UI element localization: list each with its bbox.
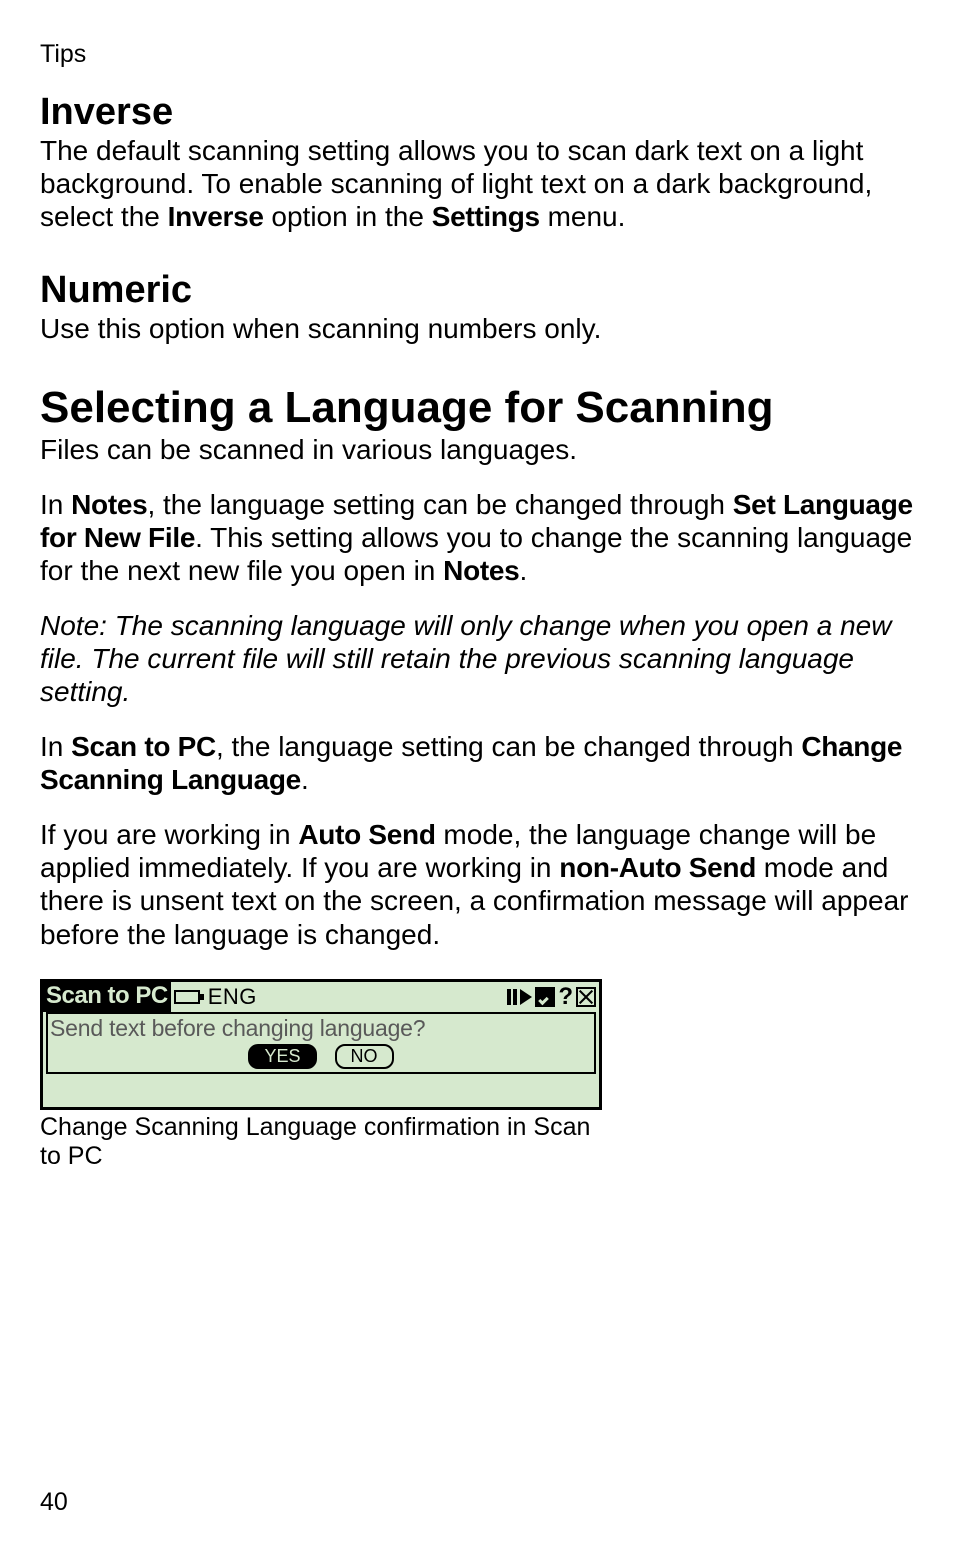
question-icon: ? xyxy=(558,987,573,1007)
battery-icon xyxy=(174,990,200,1004)
text: In xyxy=(40,731,71,762)
lcd-language-indicator: ENG xyxy=(208,984,257,1010)
arrow-right-icon xyxy=(520,989,532,1005)
text: If you are working in xyxy=(40,819,298,850)
heading-select-language: Selecting a Language for Scanning xyxy=(40,383,914,433)
text: . xyxy=(519,555,527,586)
page-number: 40 xyxy=(40,1488,68,1517)
heading-inverse: Inverse xyxy=(40,91,914,134)
lcd-status-icons: ? xyxy=(507,987,597,1007)
selectlang-p4: If you are working in Auto Send mode, th… xyxy=(40,818,914,950)
bold-auto-send: Auto Send xyxy=(298,819,435,850)
bold-non-auto-send: non-Auto Send xyxy=(559,852,756,883)
text: option in the xyxy=(264,201,432,232)
bold-settings: Settings xyxy=(432,201,540,232)
lcd-screen: Scan to PC ENG ? Send text before changi… xyxy=(40,979,602,1110)
text: , the language setting can be changed th… xyxy=(216,731,801,762)
text: , the language setting can be changed th… xyxy=(147,489,732,520)
checkbox-icon xyxy=(535,987,555,1007)
yes-button[interactable]: YES xyxy=(248,1044,316,1069)
text: In xyxy=(40,489,71,520)
close-icon xyxy=(576,987,596,1007)
lcd-dialog: Send text before changing language? YES … xyxy=(46,1012,596,1074)
bold-inverse: Inverse xyxy=(168,201,264,232)
lcd-dialog-message: Send text before changing language? xyxy=(48,1014,594,1042)
pause-icon xyxy=(507,989,517,1005)
bold-notes: Notes xyxy=(71,489,147,520)
text: . xyxy=(301,764,309,795)
lcd-title: Scan to PC xyxy=(43,981,171,1012)
selectlang-p2: In Notes, the language setting can be ch… xyxy=(40,488,914,587)
selectlang-p3: In Scan to PC, the language setting can … xyxy=(40,730,914,796)
lcd-bottom-area xyxy=(43,1077,599,1107)
bold-notes-2: Notes xyxy=(443,555,519,586)
header-tips: Tips xyxy=(40,40,914,69)
lcd-titlebar: Scan to PC ENG ? xyxy=(43,982,599,1012)
no-button[interactable]: NO xyxy=(335,1044,394,1069)
lcd-screenshot: Scan to PC ENG ? Send text before changi… xyxy=(40,979,602,1171)
bold-scan-to-pc: Scan to PC xyxy=(71,731,216,762)
text: menu. xyxy=(540,201,626,232)
heading-numeric: Numeric xyxy=(40,269,914,312)
inverse-paragraph: The default scanning setting allows you … xyxy=(40,134,914,233)
selectlang-p1: Files can be scanned in various language… xyxy=(40,433,914,466)
lcd-button-row: YES NO xyxy=(48,1042,594,1072)
lcd-caption: Change Scanning Language confirmation in… xyxy=(40,1113,602,1171)
numeric-paragraph: Use this option when scanning numbers on… xyxy=(40,312,914,345)
selectlang-note: Note: The scanning language will only ch… xyxy=(40,609,914,708)
